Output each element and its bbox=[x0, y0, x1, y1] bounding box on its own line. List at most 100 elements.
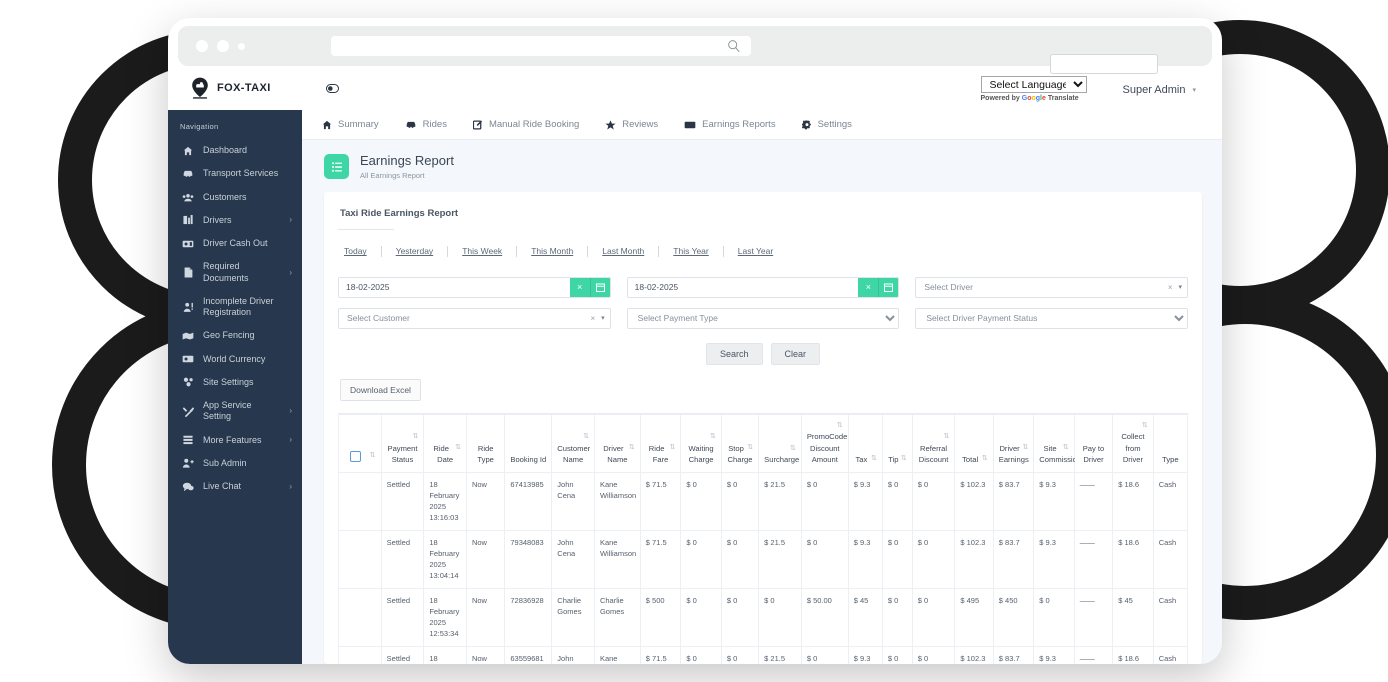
sort-icon[interactable]: ⇅ bbox=[412, 432, 418, 443]
select-driver-dropdown[interactable]: Select Driver × ▾ bbox=[915, 276, 1189, 298]
select-driver-payment-status-dropdown[interactable]: Select Driver Payment Status bbox=[915, 307, 1189, 329]
to-date-input[interactable] bbox=[627, 277, 859, 297]
to-date-calendar-icon[interactable] bbox=[878, 277, 899, 297]
sidebar-toggle-icon[interactable] bbox=[326, 83, 339, 93]
tab-manual-ride-booking[interactable]: Manual Ride Booking bbox=[467, 119, 599, 130]
sort-icon[interactable]: ⇅ bbox=[790, 444, 796, 455]
sort-icon[interactable]: ⇅ bbox=[901, 454, 907, 465]
sort-icon[interactable]: ⇅ bbox=[747, 443, 753, 454]
column-header-total[interactable]: ⇅ Total bbox=[954, 413, 994, 473]
select-customer-dropdown[interactable]: Select Customer × ▾ bbox=[338, 307, 611, 329]
table-row[interactable]: Settled18 February 2025Now63559681John C… bbox=[338, 645, 1188, 664]
quick-range-this-week[interactable]: This Week bbox=[448, 246, 516, 256]
sidebar-item-app-service-setting[interactable]: App Service Setting › bbox=[168, 394, 302, 429]
column-header-driver-earnings[interactable]: ⇅ Driver Earnings bbox=[992, 413, 1035, 473]
column-header-ride-date[interactable]: ⇅ Ride Date bbox=[423, 413, 467, 473]
quick-range-this-month[interactable]: This Month bbox=[517, 246, 587, 256]
window-control-minimize-icon[interactable] bbox=[217, 40, 229, 52]
quick-range-today[interactable]: Today bbox=[340, 246, 381, 256]
brand-logo[interactable]: FOX-TAXI bbox=[168, 77, 302, 99]
column-header-pay-to-driver[interactable]: Pay to Driver bbox=[1073, 413, 1114, 473]
language-select[interactable]: Select Language bbox=[980, 76, 1087, 93]
tab-rides[interactable]: Rides bbox=[399, 119, 467, 130]
select-driver-clear-icon[interactable]: × bbox=[1168, 283, 1173, 292]
select-all-checkbox[interactable] bbox=[350, 451, 362, 463]
from-date-input[interactable] bbox=[339, 277, 570, 297]
sidebar-item-customers[interactable]: Customers bbox=[168, 186, 302, 209]
currency-icon bbox=[182, 355, 194, 363]
sidebar-item-transport-services[interactable]: Transport Services bbox=[168, 162, 302, 185]
search-button[interactable]: Search bbox=[705, 342, 763, 365]
table-row[interactable]: Settled 18 February 2025 12:53:34 Now 72836… bbox=[338, 587, 1188, 647]
tab-reviews[interactable]: Reviews bbox=[599, 119, 678, 130]
row-select-cell[interactable] bbox=[338, 529, 382, 589]
sort-icon[interactable]: ⇅ bbox=[944, 432, 950, 443]
row-select-cell[interactable] bbox=[338, 587, 382, 647]
quick-range-last-year[interactable]: Last Year bbox=[724, 246, 787, 256]
row-select-cell[interactable] bbox=[338, 645, 382, 664]
sort-icon[interactable]: ⇅ bbox=[710, 432, 716, 443]
sidebar-item-incomplete-driver-registration[interactable]: Incomplete Driver Registration bbox=[168, 290, 302, 325]
tab-settings[interactable]: Settings bbox=[796, 119, 872, 130]
sidebar-item-sub-admin[interactable]: Sub Admin bbox=[168, 452, 302, 475]
sort-icon[interactable]: ⇅ bbox=[370, 451, 376, 462]
select-payment-type-dropdown[interactable]: Select Payment Type bbox=[626, 307, 900, 329]
column-header-tip[interactable]: ⇅ Tip bbox=[881, 413, 913, 473]
sort-icon[interactable]: ⇅ bbox=[1142, 421, 1148, 432]
column-header-ride-type[interactable]: Ride Type bbox=[465, 413, 506, 473]
quick-range-this-year[interactable]: This Year bbox=[659, 246, 722, 256]
column-header-referral-discount[interactable]: ⇅ Referral Discount bbox=[911, 413, 956, 473]
sidebar-item-driver-cash-out[interactable]: Driver Cash Out bbox=[168, 232, 302, 255]
sort-icon[interactable]: ⇅ bbox=[669, 443, 675, 454]
row-select-cell[interactable] bbox=[338, 471, 382, 531]
sort-icon[interactable]: ⇅ bbox=[982, 454, 988, 465]
to-date-clear-button[interactable]: × bbox=[858, 277, 879, 297]
table-row[interactable]: Settled 18 February 2025 13:04:14 Now 79348… bbox=[338, 529, 1188, 589]
sidebar-item-site-settings[interactable]: Site Settings bbox=[168, 371, 302, 394]
column-header-surcharge[interactable]: ⇅ Surcharge bbox=[758, 413, 802, 473]
table-body: Settled 18 February 2025 13:16:03 Now 67413… bbox=[338, 471, 1188, 664]
window-control-close-icon[interactable] bbox=[196, 40, 208, 52]
sort-icon[interactable]: ⇅ bbox=[1063, 443, 1069, 454]
url-search-input[interactable] bbox=[331, 36, 751, 56]
clear-button[interactable]: Clear bbox=[770, 342, 821, 365]
window-control-maximize-icon[interactable] bbox=[238, 42, 245, 50]
column-header-ride-fare[interactable]: ⇅ Ride Fare bbox=[639, 413, 682, 473]
tab-earnings-reports[interactable]: Earnings Reports bbox=[678, 119, 795, 130]
column-header-collect-from-driver[interactable]: ⇅ Collect from Driver bbox=[1112, 413, 1154, 473]
column-header-promocode-discount-amount[interactable]: ⇅ PromoCode Discount Amount bbox=[800, 413, 849, 473]
column-header-stop-charge[interactable]: ⇅ Stop Charge bbox=[720, 413, 760, 473]
sidebar-item-geo-fencing[interactable]: Geo Fencing bbox=[168, 324, 302, 347]
sidebar-item-drivers[interactable]: Drivers › bbox=[168, 209, 302, 232]
admin-menu[interactable]: Super Admin ▾ bbox=[1123, 74, 1197, 96]
column-header-tax[interactable]: ⇅ Tax bbox=[847, 413, 883, 473]
column-header-driver-name[interactable]: ⇅ Driver Name bbox=[593, 413, 641, 473]
column-header-type[interactable]: Type bbox=[1152, 413, 1188, 473]
download-excel-button[interactable]: Download Excel bbox=[340, 378, 421, 401]
sidebar-item-label: Live Chat bbox=[203, 481, 242, 491]
sort-icon[interactable]: ⇅ bbox=[583, 432, 589, 443]
tab-summary[interactable]: Summary bbox=[316, 119, 399, 130]
sidebar-item-live-chat[interactable]: Live Chat › bbox=[168, 475, 302, 498]
sort-icon[interactable]: ⇅ bbox=[871, 454, 877, 465]
column-header-customer-name[interactable]: ⇅ Customer Name bbox=[551, 413, 595, 473]
from-date-calendar-icon[interactable] bbox=[589, 277, 610, 297]
sidebar-item-dashboard[interactable]: Dashboard bbox=[168, 139, 302, 162]
sort-icon[interactable]: ⇅ bbox=[629, 443, 635, 454]
quick-range-last-month[interactable]: Last Month bbox=[588, 246, 658, 256]
column-header-payment-status[interactable]: ⇅ Payment Status bbox=[380, 413, 425, 473]
sort-icon[interactable]: ⇅ bbox=[1022, 443, 1028, 454]
table-row[interactable]: Settled 18 February 2025 13:16:03 Now 67413… bbox=[338, 471, 1188, 531]
sidebar-item-world-currency[interactable]: World Currency bbox=[168, 348, 302, 371]
sort-icon[interactable]: ⇅ bbox=[837, 421, 843, 432]
cell-ride-type: Now bbox=[465, 471, 506, 531]
select-customer-clear-icon[interactable]: × bbox=[590, 314, 595, 323]
quick-range-yesterday[interactable]: Yesterday bbox=[382, 246, 448, 256]
sort-icon[interactable]: ⇅ bbox=[455, 443, 461, 454]
column-header-site-commission[interactable]: ⇅ Site Commission bbox=[1033, 413, 1081, 473]
column-header-waiting-charge[interactable]: ⇅ Waiting Charge bbox=[680, 413, 722, 473]
from-date-clear-button[interactable]: × bbox=[569, 277, 590, 297]
column-header-booking-id[interactable]: Booking Id bbox=[504, 413, 553, 473]
sidebar-item-more-features[interactable]: More Features › bbox=[168, 429, 302, 452]
sidebar-item-required-documents[interactable]: Required Documents › bbox=[168, 255, 302, 290]
